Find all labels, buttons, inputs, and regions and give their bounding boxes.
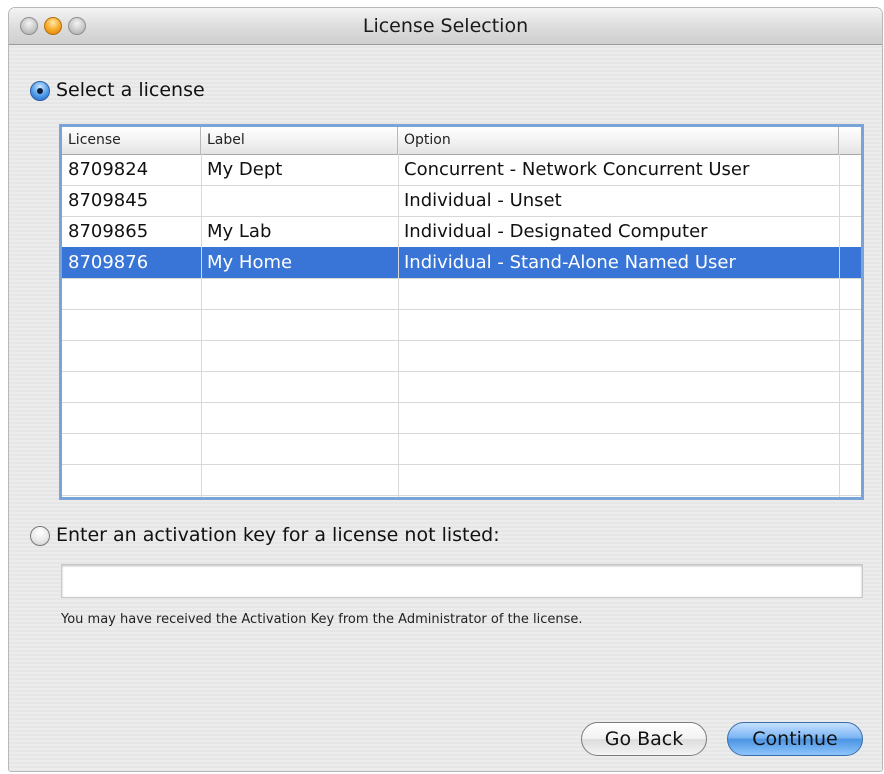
empty-table-row [62,278,861,310]
table-header: License Label Option [62,127,861,155]
table-row-selected[interactable]: 8709876 My Home Individual - Stand-Alone… [62,247,861,279]
table-row[interactable]: 8709865 My Lab Individual - Designated C… [62,216,861,248]
license-selection-window: License Selection Select a license Licen… [9,8,882,771]
continue-button[interactable]: Continue [727,722,863,756]
empty-table-row [62,402,861,434]
select-license-label[interactable]: Select a license [56,79,205,101]
window-title: License Selection [362,15,529,37]
column-divider [839,154,840,497]
go-back-button[interactable]: Go Back [581,722,707,756]
empty-table-row [62,433,861,465]
license-cell: 8709865 [68,221,149,242]
label-cell: My Home [207,252,293,273]
label-cell [201,185,398,216]
table-row[interactable]: 8709824 My Dept Concurrent - Network Con… [62,154,861,186]
empty-table-row [62,309,861,341]
option-cell: Individual - Unset [404,190,562,211]
column-header-option[interactable]: Option [398,127,839,154]
column-header-spacer [839,127,861,154]
title-bar: License Selection [9,8,882,45]
activation-key-label[interactable]: Enter an activation key for a license no… [56,524,500,546]
activation-key-radio[interactable] [30,526,50,546]
label-cell: My Dept [207,159,283,180]
column-header-label[interactable]: Label [201,127,398,154]
table-row[interactable]: 8709845 Individual - Unset [62,185,861,217]
empty-table-row [62,340,861,372]
license-table: License Label Option 8709824 My Dept Con… [59,124,864,500]
activation-key-input[interactable] [61,564,863,598]
label-cell: My Lab [207,221,272,242]
column-divider [201,154,202,497]
license-cell: 8709876 [68,252,149,273]
option-cell: Individual - Designated Computer [404,221,708,242]
column-divider [398,154,399,497]
empty-table-row [62,371,861,403]
column-header-license[interactable]: License [62,127,201,154]
option-cell: Individual - Stand-Alone Named User [404,252,736,273]
license-cell: 8709845 [68,190,149,211]
activation-key-hint: You may have received the Activation Key… [61,612,583,627]
empty-table-row [62,464,861,496]
license-cell: 8709824 [68,159,149,180]
select-license-radio[interactable] [30,81,50,101]
option-cell: Concurrent - Network Concurrent User [404,159,750,180]
